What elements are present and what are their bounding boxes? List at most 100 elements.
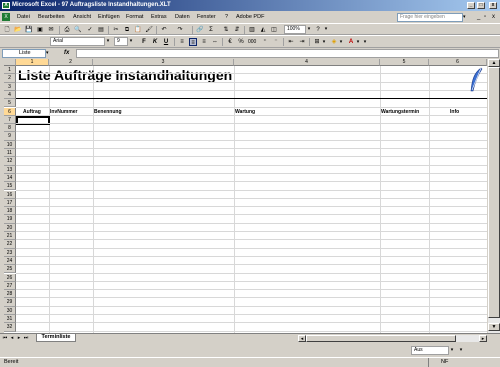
menu-ansicht[interactable]: Ansicht [73,11,91,23]
row-header[interactable]: 2 [4,74,16,83]
menu-extras[interactable]: Extras [151,11,167,23]
menu-daten[interactable]: Daten [175,11,190,23]
bold-button[interactable]: F [140,38,148,46]
scroll-down-icon[interactable]: ▼ [488,323,500,331]
row-header[interactable]: 19 [4,215,16,224]
italic-button[interactable]: K [151,38,159,46]
row-header[interactable]: 32 [4,323,16,332]
undo-icon[interactable]: ↶ [160,26,168,34]
zoom-select[interactable]: 100% [284,25,306,34]
row-header[interactable]: 29 [4,298,16,307]
cut-icon[interactable]: ✂ [112,26,120,34]
insert-function-icon[interactable]: fx [64,49,69,58]
row-header[interactable]: 14 [4,173,16,183]
row-header[interactable]: 31 [4,315,16,324]
menu-einfuegen[interactable]: Einfügen [98,11,120,23]
borders-icon[interactable]: ⊞ [313,38,321,46]
help-dropdown-icon[interactable]: ▾ [463,13,469,22]
scroll-thumb[interactable] [488,67,500,318]
align-left-icon[interactable]: ≡ [178,38,186,46]
last-sheet-icon[interactable]: ⏭ [23,335,29,342]
horizontal-scrollbar[interactable]: ◂ ▸ [298,335,487,342]
font-size-dropdown-icon[interactable]: ▾ [128,37,134,46]
menu-datei[interactable]: Datei [17,11,30,23]
menu-format[interactable]: Format [126,11,143,23]
autosum-icon[interactable]: Σ [207,26,215,34]
drawing-icon[interactable]: ◭ [259,26,267,34]
underline-button[interactable]: U [162,38,170,46]
hyperlink-icon[interactable]: 🔗 [196,26,204,34]
column-header[interactable]: 1 [16,59,49,66]
row-header[interactable]: 11 [4,149,16,158]
row-header[interactable]: 20 [4,223,16,232]
row-header[interactable]: 25 [4,265,16,274]
row-header[interactable]: 18 [4,207,16,216]
spelling-icon[interactable]: ✓ [86,26,94,34]
fill-color-icon[interactable]: ◈ [330,38,338,46]
align-right-icon[interactable]: ≡ [200,38,208,46]
name-box[interactable]: Liste [2,49,46,58]
row-header[interactable]: 23 [4,248,16,257]
zoom-dropdown-icon[interactable]: ▾ [306,25,312,34]
font-dropdown-icon[interactable]: ▾ [105,37,111,46]
row-header[interactable]: 24 [4,256,16,266]
increase-decimal-icon[interactable]: ⁺ [261,38,269,46]
row-header[interactable]: 8 [4,124,16,133]
chart-wizard-icon[interactable]: ▥ [248,26,256,34]
row-header[interactable]: 3 [4,82,16,91]
open-icon[interactable]: 📂 [14,26,22,34]
first-sheet-icon[interactable]: ⏮ [2,335,8,342]
permission-icon[interactable]: ▣ [36,26,44,34]
doc-minimize-icon[interactable]: _ [477,13,480,22]
row-header[interactable]: 22 [4,240,16,249]
help-icon[interactable]: ? [314,26,322,34]
formula-input[interactable] [76,49,499,58]
bottom-select[interactable]: Aus [411,346,449,355]
decrease-decimal-icon[interactable]: ⁻ [272,38,280,46]
column-header[interactable]: 2 [49,59,93,66]
thousands-button[interactable]: 000 [248,38,256,46]
paste-icon[interactable]: 📋 [134,26,142,34]
column-header[interactable]: 5 [380,59,429,66]
column-header[interactable]: 4 [234,59,380,66]
sheet-tab-terminliste[interactable]: Terminliste [36,334,76,342]
sort-ascending-icon[interactable]: ⇅ [222,26,230,34]
font-color-dropdown-icon[interactable]: ▾ [355,38,361,47]
row-header[interactable]: 9 [4,132,16,141]
email-icon[interactable]: ✉ [47,26,55,34]
column-header[interactable]: 3 [93,59,234,66]
minimize-icon[interactable]: _ [467,2,475,9]
row-header[interactable]: 12 [4,157,16,166]
save-icon[interactable]: 💾 [25,26,33,34]
row-header[interactable]: 21 [4,232,16,241]
merge-center-icon[interactable]: ⇔ [211,38,219,46]
fill-color-dropdown-icon[interactable]: ▾ [338,38,344,47]
select-all-corner[interactable] [4,59,16,66]
prev-sheet-icon[interactable]: ◂ [9,335,15,342]
row-header[interactable]: 17 [4,198,16,208]
new-icon[interactable]: 🗋 [3,26,11,34]
doc-restore-icon[interactable]: ▫ [484,13,486,22]
percent-button[interactable]: % [237,38,245,46]
print-icon[interactable]: ⎙ [63,26,71,34]
copy-icon[interactable]: ⧉ [123,26,131,34]
research-icon[interactable]: ▤ [97,26,105,34]
hscroll-thumb[interactable] [306,335,456,342]
row-header[interactable]: 28 [4,290,16,299]
row-header[interactable]: 30 [4,306,16,315]
decrease-indent-icon[interactable]: ⇤ [287,38,295,46]
close-icon[interactable]: x [489,2,497,9]
toolbar-options-icon[interactable]: ▾ [323,25,329,34]
worksheet-grid[interactable]: 1 2 3 4 5 6 Liste Aufträge Instandhaltun… [4,59,487,333]
format-painter-icon[interactable]: 🖌 [145,26,153,34]
currency-button[interactable]: € [226,38,234,46]
menu-fenster[interactable]: Fenster [197,11,216,23]
doc-close-icon[interactable]: x [492,13,495,22]
print-preview-icon[interactable]: 🔍 [74,26,82,34]
row-header[interactable]: 6 [4,107,16,116]
vertical-scrollbar[interactable]: ▲ ▼ [487,59,500,333]
redo-icon[interactable]: ↷ [176,26,184,34]
next-sheet-icon[interactable]: ▸ [16,335,22,342]
row-header[interactable]: 27 [4,281,16,291]
row-header[interactable]: 13 [4,165,16,174]
